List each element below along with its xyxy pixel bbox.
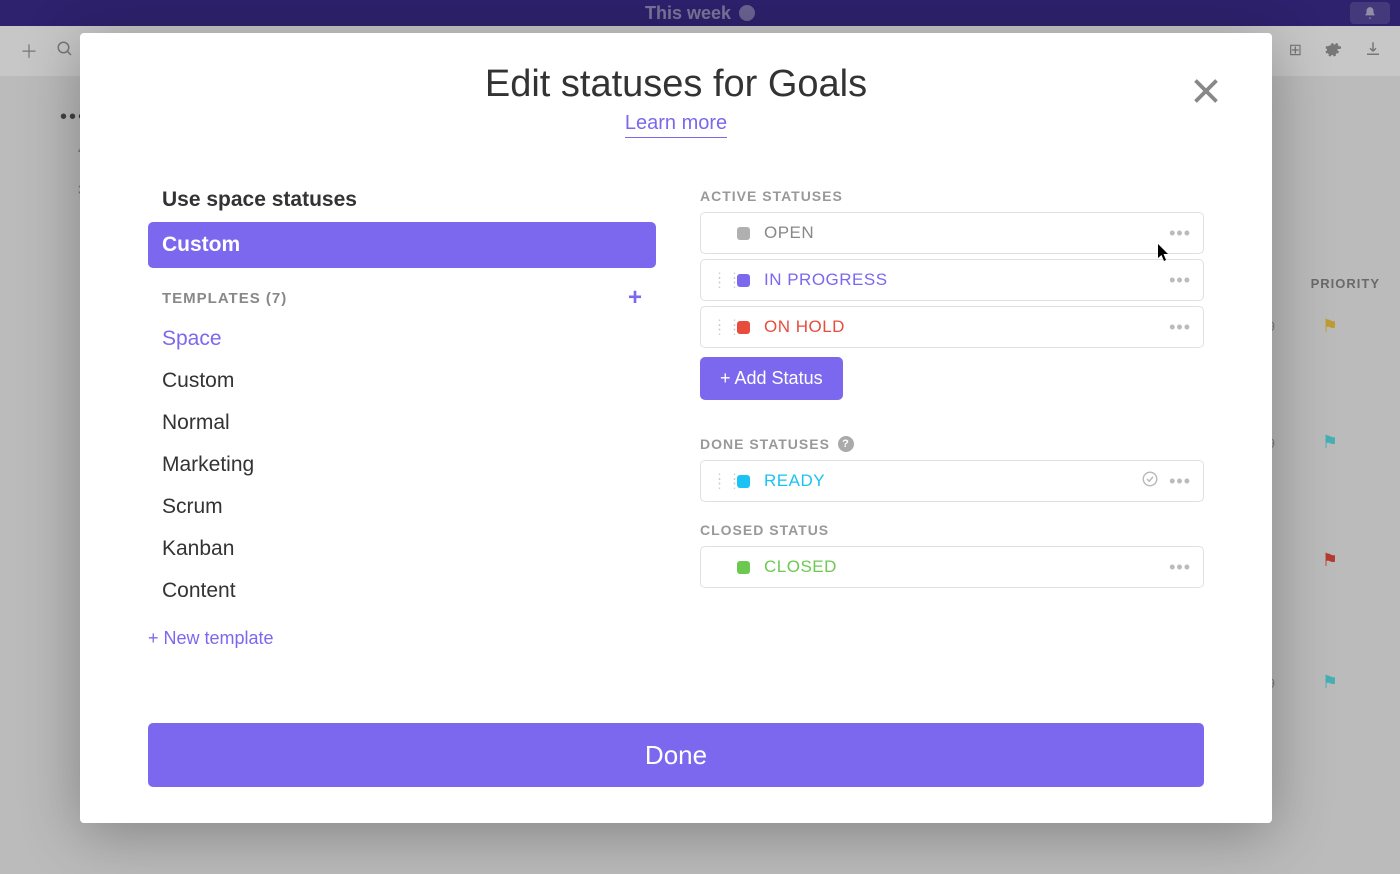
more-icon[interactable]: •••: [1169, 471, 1191, 492]
new-template-link[interactable]: + New template: [148, 612, 656, 649]
status-name[interactable]: CLOSED: [764, 557, 1169, 577]
status-name[interactable]: OPEN: [764, 223, 1169, 243]
templates-sidebar: Use space statuses Custom TEMPLATES (7) …: [148, 188, 656, 649]
templates-label: TEMPLATES (7): [162, 290, 287, 307]
status-name[interactable]: IN PROGRESS: [764, 270, 1169, 290]
done-statuses-label: DONE STATUSES ?: [700, 436, 1204, 452]
status-row[interactable]: ⋮⋮⋮⋮ ON HOLD•••: [700, 306, 1204, 348]
status-color-swatch[interactable]: [737, 475, 750, 488]
status-row[interactable]: ⋮⋮⋮⋮ READY •••: [700, 460, 1204, 502]
add-status-button[interactable]: + Add Status: [700, 357, 843, 400]
template-item-custom[interactable]: Custom: [148, 360, 656, 402]
check-circle-icon[interactable]: [1141, 470, 1159, 493]
edit-statuses-modal: Edit statuses for Goals Learn more Use s…: [80, 33, 1272, 823]
more-icon[interactable]: •••: [1169, 223, 1191, 244]
template-item-space[interactable]: Space: [148, 318, 656, 360]
learn-more-link[interactable]: Learn more: [625, 112, 727, 138]
help-icon[interactable]: ?: [838, 436, 854, 452]
more-icon[interactable]: •••: [1169, 557, 1191, 578]
drag-handle-icon[interactable]: ⋮⋮⋮⋮: [713, 476, 727, 486]
status-color-swatch[interactable]: [737, 561, 750, 574]
template-item-normal[interactable]: Normal: [148, 402, 656, 444]
closed-status-label: CLOSED STATUS: [700, 522, 1204, 538]
status-color-swatch[interactable]: [737, 227, 750, 240]
status-color-swatch[interactable]: [737, 321, 750, 334]
modal-title: Edit statuses for Goals: [80, 63, 1272, 106]
status-name[interactable]: READY: [764, 471, 1141, 491]
template-item-marketing[interactable]: Marketing: [148, 444, 656, 486]
sidebar-item-custom[interactable]: Custom: [148, 222, 656, 268]
statuses-panel: ACTIVE STATUSES OPEN•••⋮⋮⋮⋮IN PROGRESS••…: [700, 188, 1204, 649]
more-icon[interactable]: •••: [1169, 270, 1191, 291]
template-item-scrum[interactable]: Scrum: [148, 486, 656, 528]
template-item-kanban[interactable]: Kanban: [148, 528, 656, 570]
modal-header: Edit statuses for Goals Learn more: [80, 33, 1272, 138]
status-color-swatch[interactable]: [737, 274, 750, 287]
template-item-content[interactable]: Content: [148, 570, 656, 612]
active-statuses-label: ACTIVE STATUSES: [700, 188, 1204, 204]
drag-handle-icon[interactable]: ⋮⋮⋮⋮: [713, 322, 727, 332]
status-row[interactable]: CLOSED•••: [700, 546, 1204, 588]
status-row[interactable]: OPEN•••: [700, 212, 1204, 254]
use-space-statuses[interactable]: Use space statuses: [148, 188, 656, 222]
close-icon[interactable]: [1188, 73, 1224, 109]
done-button[interactable]: Done: [148, 723, 1204, 787]
status-row[interactable]: ⋮⋮⋮⋮ IN PROGRESS•••: [700, 259, 1204, 301]
drag-handle-icon[interactable]: ⋮⋮⋮⋮: [713, 275, 727, 285]
status-name[interactable]: ON HOLD: [764, 317, 1169, 337]
add-template-icon[interactable]: +: [628, 284, 642, 312]
more-icon[interactable]: •••: [1169, 317, 1191, 338]
